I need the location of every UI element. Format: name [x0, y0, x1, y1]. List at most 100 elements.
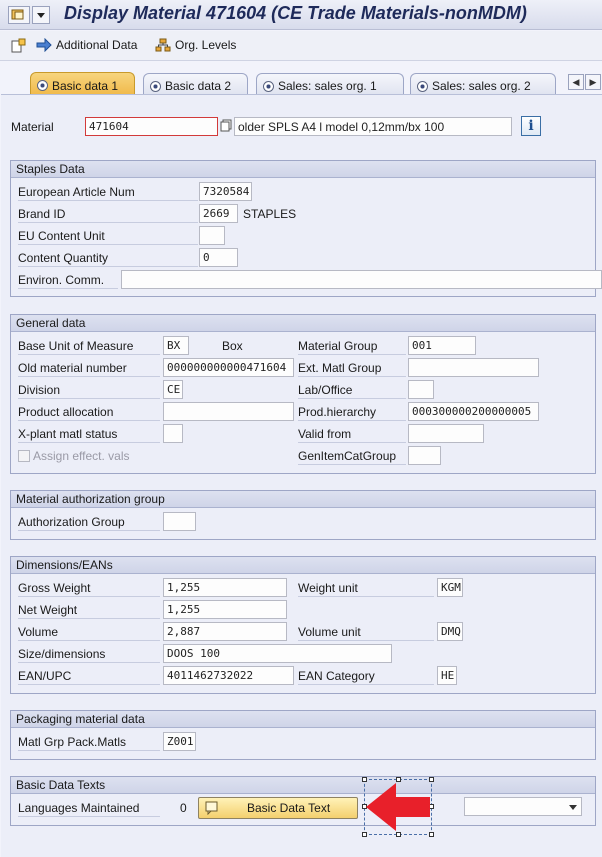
tab-scroll-right-icon[interactable]: ▶ — [585, 74, 601, 90]
languages-maintained-label: Languages Maintained — [18, 801, 140, 815]
row-separator — [18, 684, 160, 685]
volume-unit-field[interactable]: DMQ — [437, 622, 463, 641]
material-field[interactable]: 471604 — [85, 117, 218, 136]
tab-radio-icon — [417, 80, 428, 92]
authorization-group-label: Authorization Group — [18, 515, 125, 529]
staples-data-title: Staples Data — [11, 161, 595, 178]
language-dropdown[interactable] — [464, 797, 582, 816]
tab-basic-data-2[interactable]: Basic data 2 — [143, 73, 248, 95]
basic-data-text-button[interactable]: Basic Data Text — [198, 797, 358, 819]
product-allocation-field[interactable] — [163, 402, 294, 421]
text-note-icon — [205, 801, 218, 815]
row-separator — [298, 596, 434, 597]
eu-content-unit-label: EU Content Unit — [18, 229, 105, 243]
tab-radio-icon — [37, 80, 48, 91]
auth-group-title: Material authorization group — [11, 491, 595, 508]
xplant-status-label: X-plant matl status — [18, 427, 118, 441]
net-weight-label: Net Weight — [18, 603, 78, 617]
division-label: Division — [18, 383, 61, 397]
gen-item-cat-group-label: GenItemCatGroup — [298, 449, 397, 463]
authorization-group-field[interactable] — [163, 512, 196, 531]
old-material-label: Old material number — [18, 361, 127, 375]
environ-comm-field[interactable] — [121, 270, 602, 289]
row-separator — [18, 244, 198, 245]
material-label: Material — [11, 120, 54, 134]
general-data-title: General data — [11, 315, 595, 332]
row-separator — [298, 684, 434, 685]
row-separator — [18, 618, 160, 619]
old-material-field[interactable]: 000000000000471604 — [163, 358, 294, 377]
menu-dropdown-icon[interactable] — [32, 6, 50, 24]
tab-scroll-left-icon[interactable]: ◀ — [568, 74, 584, 90]
size-dimensions-field[interactable]: DOOS 100 — [163, 644, 392, 663]
size-dimensions-label: Size/dimensions — [18, 647, 106, 661]
org-levels-label: Org. Levels — [175, 38, 237, 52]
eu-content-unit-field[interactable] — [199, 226, 225, 245]
tab-label: Sales: sales org. 1 — [278, 79, 377, 93]
ean-category-label: EAN Category — [298, 669, 375, 683]
weight-unit-field[interactable]: KGM — [437, 578, 463, 597]
prod-hierarchy-label: Prod.hierarchy — [298, 405, 377, 419]
tab-radio-icon — [150, 80, 161, 92]
row-separator — [18, 398, 160, 399]
ean-upc-label: EAN/UPC — [18, 669, 72, 683]
ean-category-field[interactable]: HE — [437, 666, 457, 685]
ext-matl-group-label: Ext. Matl Group — [298, 361, 382, 375]
assign-effect-vals-checkbox[interactable] — [18, 450, 30, 462]
row-separator — [18, 354, 160, 355]
volume-label: Volume — [18, 625, 59, 639]
environ-comm-label: Environ. Comm. — [18, 273, 105, 287]
row-separator — [18, 442, 160, 443]
xplant-status-field[interactable] — [163, 424, 183, 443]
row-separator — [18, 200, 198, 201]
net-weight-field[interactable]: 1,255 — [163, 600, 287, 619]
valid-from-label: Valid from — [298, 427, 352, 441]
row-separator — [18, 640, 160, 641]
material-group-field[interactable]: 001 — [408, 336, 476, 355]
ean-upc-field[interactable]: 4011462732022 — [163, 666, 294, 685]
tab-basic-data-1[interactable]: Basic data 1 — [30, 72, 135, 95]
product-allocation-label: Product allocation — [18, 405, 114, 419]
row-separator — [298, 464, 406, 465]
additional-data-button[interactable]: Additional Data — [36, 38, 137, 52]
base-unit-field[interactable]: BX — [163, 336, 189, 355]
tab-sales-org-1[interactable]: Sales: sales org. 1 — [256, 73, 404, 95]
prod-hierarchy-field[interactable]: 000300000200000005 — [408, 402, 539, 421]
base-unit-label: Base Unit of Measure — [18, 339, 134, 353]
brand-id-field[interactable]: 2669 — [199, 204, 238, 223]
gross-weight-field[interactable]: 1,255 — [163, 578, 287, 597]
info-icon[interactable]: i — [521, 116, 541, 136]
row-separator — [18, 750, 160, 751]
ext-matl-group-field[interactable] — [408, 358, 539, 377]
content-quantity-field[interactable]: 0 — [199, 248, 238, 267]
division-field[interactable]: CE — [163, 380, 183, 399]
tab-label: Basic data 1 — [52, 78, 119, 93]
volume-field[interactable]: 2,887 — [163, 622, 287, 641]
row-separator — [298, 420, 406, 421]
tab-sales-org-2[interactable]: Sales: sales org. 2 — [410, 73, 556, 95]
row-separator — [18, 662, 160, 663]
lab-office-field[interactable] — [408, 380, 434, 399]
volume-unit-label: Volume unit — [298, 625, 361, 639]
ean-label: European Article Num — [18, 185, 135, 199]
row-separator — [18, 288, 118, 289]
matl-grp-pack-field[interactable]: Z001 — [163, 732, 196, 751]
system-menu-icon[interactable] — [8, 6, 30, 24]
org-levels-button[interactable]: Org. Levels — [155, 38, 236, 52]
assign-effect-vals-label: Assign effect. vals — [33, 449, 130, 463]
gen-item-cat-group-field[interactable] — [408, 446, 441, 465]
material-description-field[interactable]: older SPLS A4 l model 0,12mm/bx 100 — [234, 117, 512, 136]
brand-id-label: Brand ID — [18, 207, 66, 221]
create-icon[interactable] — [10, 38, 28, 57]
valid-from-field[interactable] — [408, 424, 484, 443]
row-separator — [18, 596, 160, 597]
brand-name-text: STAPLES — [243, 207, 297, 221]
ean-field[interactable]: 7320584 — [199, 182, 252, 201]
row-separator — [298, 398, 406, 399]
gross-weight-label: Gross Weight — [18, 581, 91, 595]
copy-icon[interactable] — [220, 119, 233, 135]
tab-label: Basic data 2 — [165, 79, 232, 93]
languages-count: 0 — [180, 801, 187, 815]
row-separator — [18, 266, 198, 267]
row-separator — [298, 640, 434, 641]
